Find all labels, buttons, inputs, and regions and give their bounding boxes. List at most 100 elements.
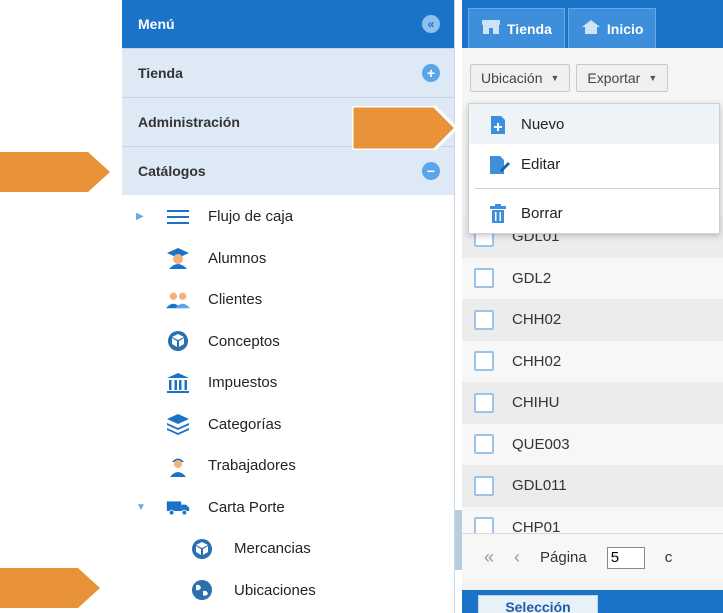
annotation-arrow-catalogos xyxy=(0,152,110,192)
table-row[interactable]: QUE003 xyxy=(462,423,723,465)
sidebar: Menú « Tienda + Administración Catálogos… xyxy=(122,0,455,613)
worker-icon xyxy=(166,454,190,478)
tree-item-clientes[interactable]: Clientes xyxy=(122,279,455,321)
bank-icon xyxy=(166,371,190,395)
tab-label: Selección xyxy=(505,599,571,613)
page-number-input[interactable] xyxy=(606,546,645,569)
menu-header: Menú « xyxy=(122,0,454,48)
row-code: GDL011 xyxy=(512,477,567,495)
export-dropdown-button[interactable]: Exportar ▼ xyxy=(576,64,669,92)
button-label: Ubicación xyxy=(481,70,543,86)
row-checkbox[interactable] xyxy=(474,309,494,330)
row-code: QUE003 xyxy=(512,435,570,453)
truck-icon xyxy=(166,495,190,519)
tree-item-categorias[interactable]: Categorías xyxy=(122,404,455,446)
tab-seleccion[interactable]: Selección xyxy=(478,595,598,613)
pagination-bar: « ‹ Página c xyxy=(462,533,723,581)
bottom-tab-bar: Selección xyxy=(462,590,723,613)
new-file-icon xyxy=(489,115,507,134)
tree-item-impuestos[interactable]: Impuestos xyxy=(122,362,455,404)
tree-item-label: Flujo de caja xyxy=(208,208,294,226)
trash-icon xyxy=(489,204,507,223)
section-catalogos[interactable]: Catálogos − xyxy=(122,146,454,195)
actions-dropdown-menu: Nuevo Editar Borrar xyxy=(468,103,720,234)
tree-item-label: Mercancias xyxy=(234,540,311,558)
tree-item-alumnos[interactable]: Alumnos xyxy=(122,238,455,280)
previous-page-icon[interactable]: ‹ xyxy=(514,547,520,568)
tree-item-carta-porte[interactable]: ▼ Carta Porte xyxy=(122,487,455,529)
edit-file-icon xyxy=(489,155,510,174)
caret-down-icon: ▼ xyxy=(648,73,658,83)
minus-circle-icon[interactable]: − xyxy=(422,162,440,180)
catalog-tree: ▶ Flujo de caja Alumnos Clientes Concept… xyxy=(122,196,455,611)
row-checkbox[interactable] xyxy=(474,351,494,372)
tab-inicio[interactable]: Inicio xyxy=(567,8,657,48)
section-label: Catálogos xyxy=(138,163,206,179)
tree-item-trabajadores[interactable]: Trabajadores xyxy=(122,445,455,487)
tree-item-label: Conceptos xyxy=(208,332,280,350)
tree-item-conceptos[interactable]: Conceptos xyxy=(122,321,455,363)
plus-circle-icon[interactable]: + xyxy=(422,64,440,82)
section-label: Tienda xyxy=(138,65,183,81)
tree-item-mercancias[interactable]: Mercancias xyxy=(122,528,455,570)
table-row[interactable]: CHIHU xyxy=(462,382,723,424)
first-page-icon[interactable]: « xyxy=(484,547,494,568)
annotation-arrow-ubicaciones xyxy=(0,568,100,608)
toolbar: Ubicación ▼ Exportar ▼ xyxy=(462,48,723,108)
tree-item-label: Clientes xyxy=(208,291,263,309)
row-checkbox[interactable] xyxy=(474,475,494,496)
expand-arrow-icon[interactable]: ▶ xyxy=(136,211,146,222)
table-row[interactable]: GDL011 xyxy=(462,465,723,507)
content-panel: Tienda Inicio Ubicación ▼ Exportar ▼ GDL… xyxy=(462,0,723,613)
data-list: GDL01 GDL2 CHH02 CHH02 CHIHU QUE003 GDL0… xyxy=(462,216,723,548)
menu-item-label: Borrar xyxy=(521,204,563,222)
collapse-arrow-icon[interactable]: ▼ xyxy=(136,502,146,513)
row-code: CHIHU xyxy=(512,394,560,412)
menu-item-label: Editar xyxy=(521,155,561,173)
menu-title: Menú xyxy=(138,16,175,32)
row-code: CHH02 xyxy=(512,311,562,329)
menu-item-nuevo[interactable]: Nuevo xyxy=(469,104,719,144)
section-tienda[interactable]: Tienda + xyxy=(122,48,454,97)
tree-item-label: Carta Porte xyxy=(208,498,285,516)
menu-item-editar[interactable]: Editar xyxy=(469,144,719,184)
section-label: Administración xyxy=(138,114,240,130)
tree-item-label: Ubicaciones xyxy=(234,581,316,599)
annotation-arrow-nuevo xyxy=(352,106,456,150)
tree-item-flujo-de-caja[interactable]: ▶ Flujo de caja xyxy=(122,196,455,238)
menu-divider xyxy=(475,188,719,189)
caret-down-icon: ▼ xyxy=(550,73,560,83)
box-icon xyxy=(166,329,190,353)
graduate-icon xyxy=(166,246,190,270)
box-icon xyxy=(190,537,214,561)
store-icon xyxy=(481,19,501,38)
screen: Menú « Tienda + Administración Catálogos… xyxy=(0,0,723,613)
menu-item-borrar[interactable]: Borrar xyxy=(469,193,719,233)
collapse-sidebar-icon[interactable]: « xyxy=(422,15,440,33)
tree-item-label: Alumnos xyxy=(208,249,267,267)
tab-bar: Tienda Inicio xyxy=(462,0,723,48)
list-icon xyxy=(166,205,190,229)
row-code: GDL2 xyxy=(512,269,552,287)
tab-label: Tienda xyxy=(507,20,552,37)
page-trailing-text: c xyxy=(664,549,673,566)
splitter-handle[interactable] xyxy=(455,510,462,570)
row-checkbox[interactable] xyxy=(474,392,494,413)
table-row[interactable]: GDL2 xyxy=(462,257,723,299)
tree-item-label: Impuestos xyxy=(208,374,278,392)
row-checkbox[interactable] xyxy=(474,434,494,455)
globe-icon xyxy=(190,578,214,602)
row-checkbox[interactable] xyxy=(474,268,494,289)
row-code: CHH02 xyxy=(512,352,562,370)
users-icon xyxy=(166,288,190,312)
table-row[interactable]: CHH02 xyxy=(462,340,723,382)
tree-item-label: Trabajadores xyxy=(208,457,296,475)
tree-item-ubicaciones[interactable]: Ubicaciones xyxy=(122,570,455,612)
tab-tienda[interactable]: Tienda xyxy=(468,8,565,48)
table-row[interactable]: CHH02 xyxy=(462,299,723,341)
home-icon xyxy=(581,19,601,38)
tab-label: Inicio xyxy=(606,20,644,37)
page-label: Página xyxy=(540,549,587,566)
menu-item-label: Nuevo xyxy=(521,115,565,133)
location-dropdown-button[interactable]: Ubicación ▼ xyxy=(470,64,571,92)
